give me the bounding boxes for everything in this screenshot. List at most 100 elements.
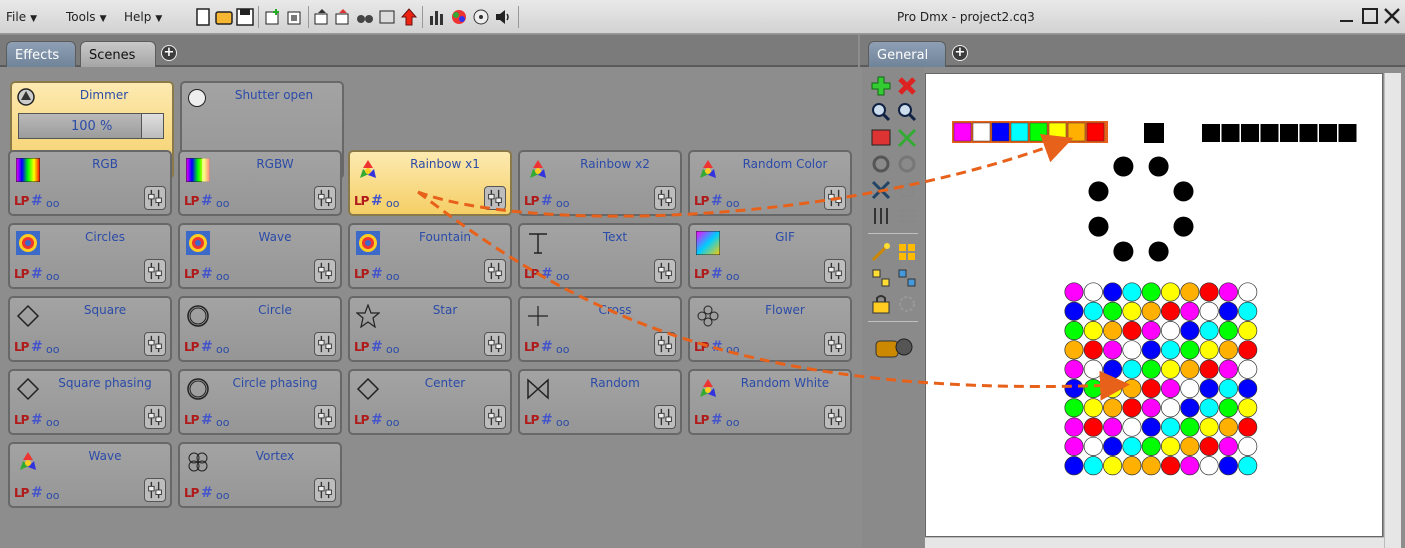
fader-icon[interactable] (824, 405, 846, 429)
fader-icon[interactable] (144, 259, 166, 283)
loop-tag[interactable]: LP # oo (524, 193, 578, 210)
black-bar-cell[interactable] (1221, 124, 1240, 142)
matrix-pixel[interactable] (1180, 359, 1200, 379)
effect-button[interactable]: Square phasing LP # oo (8, 369, 172, 435)
projector-icon[interactable] (870, 331, 914, 363)
matrix-pixel[interactable] (1083, 321, 1103, 341)
add-general-tab-button[interactable]: + (952, 45, 968, 61)
matrix-pixel[interactable] (1103, 378, 1123, 399)
matrix-pixel[interactable] (1238, 436, 1258, 456)
matrix-pixel[interactable] (1083, 417, 1103, 437)
black-bar-cell[interactable] (1241, 124, 1259, 142)
matrix-pixel[interactable] (1083, 398, 1103, 418)
ring-fixture-node[interactable] (1113, 241, 1134, 262)
loop-tag[interactable]: LP # oo (14, 412, 68, 429)
horizontal-scrollbar[interactable] (925, 537, 1384, 548)
matrix-pixel[interactable] (1238, 340, 1258, 360)
delete-icon[interactable] (896, 75, 918, 97)
effect-button[interactable]: RGB LP # oo (8, 150, 172, 216)
black-bar-cell[interactable] (1280, 124, 1298, 142)
fader-icon[interactable] (484, 186, 506, 210)
matrix-pixel[interactable] (1083, 436, 1103, 456)
add-icon[interactable] (870, 75, 892, 97)
matrix-pixel[interactable] (1083, 282, 1103, 302)
matrix-pixel[interactable] (1160, 359, 1181, 379)
matrix-pixel[interactable] (1180, 340, 1200, 360)
black-bar-cell[interactable] (1260, 124, 1279, 142)
ring-fixture-node[interactable] (1148, 241, 1169, 262)
effect-button[interactable]: GIF LP # oo (688, 223, 852, 289)
loop-tag[interactable]: LP # oo (184, 485, 238, 502)
matrix-pixel[interactable] (1141, 321, 1161, 341)
matrix-pixel[interactable] (1238, 321, 1258, 341)
matrix-pixel[interactable] (1218, 378, 1238, 399)
matrix-pixel[interactable] (1103, 321, 1123, 341)
zoom-in-icon[interactable] (870, 101, 892, 123)
loop-tag[interactable]: LP # oo (14, 485, 68, 502)
ring-fixture-node[interactable] (1148, 156, 1169, 177)
expand-icon[interactable] (896, 179, 918, 201)
fixture-icon[interactable] (286, 8, 304, 26)
effect-button[interactable]: Random Color LP # oo (688, 150, 852, 216)
matrix-pixel[interactable] (1180, 436, 1200, 456)
matrix-pixel[interactable] (1141, 340, 1161, 360)
minimize-icon[interactable] (1337, 6, 1357, 26)
matrix-pixel[interactable] (1160, 282, 1181, 302)
close-icon[interactable] (1382, 6, 1402, 26)
loop-tag[interactable]: LP # oo (694, 266, 748, 283)
loop-tag[interactable]: LP # oo (14, 339, 68, 356)
black-bar-cell[interactable] (1319, 124, 1337, 142)
tab-scenes[interactable]: Scenes (80, 41, 156, 67)
led-strip-cell[interactable] (991, 122, 1010, 142)
ring-fixture-node[interactable] (1088, 181, 1109, 202)
matrix-pixel[interactable] (1064, 398, 1084, 418)
matrix-pixel[interactable] (1238, 417, 1258, 437)
matrix-pixel[interactable] (1180, 282, 1200, 302)
matrix-pixel[interactable] (1122, 378, 1142, 399)
black-bar-cell[interactable] (1338, 124, 1357, 142)
effect-button[interactable]: Fountain LP # oo (348, 223, 512, 289)
matrix-pixel[interactable] (1122, 456, 1142, 476)
matrix-pixel[interactable] (1238, 301, 1258, 321)
matrix-pixel[interactable] (1199, 417, 1219, 437)
matrix-pixel[interactable] (1083, 301, 1103, 321)
effect-button[interactable]: Rainbow x1 LP # oo (348, 150, 512, 216)
fader-icon[interactable] (144, 405, 166, 429)
dimmer-slider[interactable]: 100 % (18, 113, 164, 139)
matrix-pixel[interactable] (1141, 436, 1161, 456)
matrix-pixel[interactable] (1180, 301, 1200, 321)
matrix-pixel[interactable] (1083, 456, 1103, 476)
matrix-pixel[interactable] (1141, 456, 1161, 476)
effect-button[interactable]: Rainbow x2 LP # oo (518, 150, 682, 216)
ring-fixture-node[interactable] (1113, 156, 1134, 177)
rgb-cube-icon[interactable] (450, 8, 468, 26)
ring-fixture-node[interactable] (1173, 181, 1194, 202)
matrix-pixel[interactable] (1103, 301, 1123, 321)
effect-button[interactable]: Cross LP # oo (518, 296, 682, 362)
speaker-icon[interactable] (494, 8, 512, 26)
loop-tag[interactable]: LP # oo (694, 339, 748, 356)
tab-effects[interactable]: Effects (6, 41, 76, 67)
black-bar-cell[interactable] (1202, 124, 1220, 142)
matrix-pixel[interactable] (1218, 359, 1238, 379)
matrix-pixel[interactable] (1238, 282, 1258, 302)
matrix-pixel[interactable] (1103, 417, 1123, 437)
fader-icon[interactable] (654, 259, 676, 283)
tab-general[interactable]: General (868, 41, 946, 67)
matrix-pixel[interactable] (1122, 340, 1142, 360)
matrix-pixel[interactable] (1122, 436, 1142, 456)
matrix-pixel[interactable] (1218, 417, 1238, 437)
matrix-pixel[interactable] (1199, 378, 1219, 399)
add-tab-button[interactable]: + (161, 45, 177, 61)
matrix-pixel[interactable] (1199, 282, 1219, 302)
loop-tag[interactable]: LP # oo (14, 266, 68, 283)
tools-icon[interactable] (870, 179, 892, 201)
matrix-pixel[interactable] (1122, 417, 1142, 437)
matrix-pixel[interactable] (1122, 359, 1142, 379)
matrix-pixel[interactable] (1180, 321, 1200, 341)
screen-icon[interactable] (870, 127, 892, 149)
loop-tag[interactable]: LP # oo (354, 266, 408, 283)
fader-icon[interactable] (144, 478, 166, 502)
matrix-pixel[interactable] (1064, 417, 1084, 437)
matrix-pixel[interactable] (1064, 456, 1084, 476)
